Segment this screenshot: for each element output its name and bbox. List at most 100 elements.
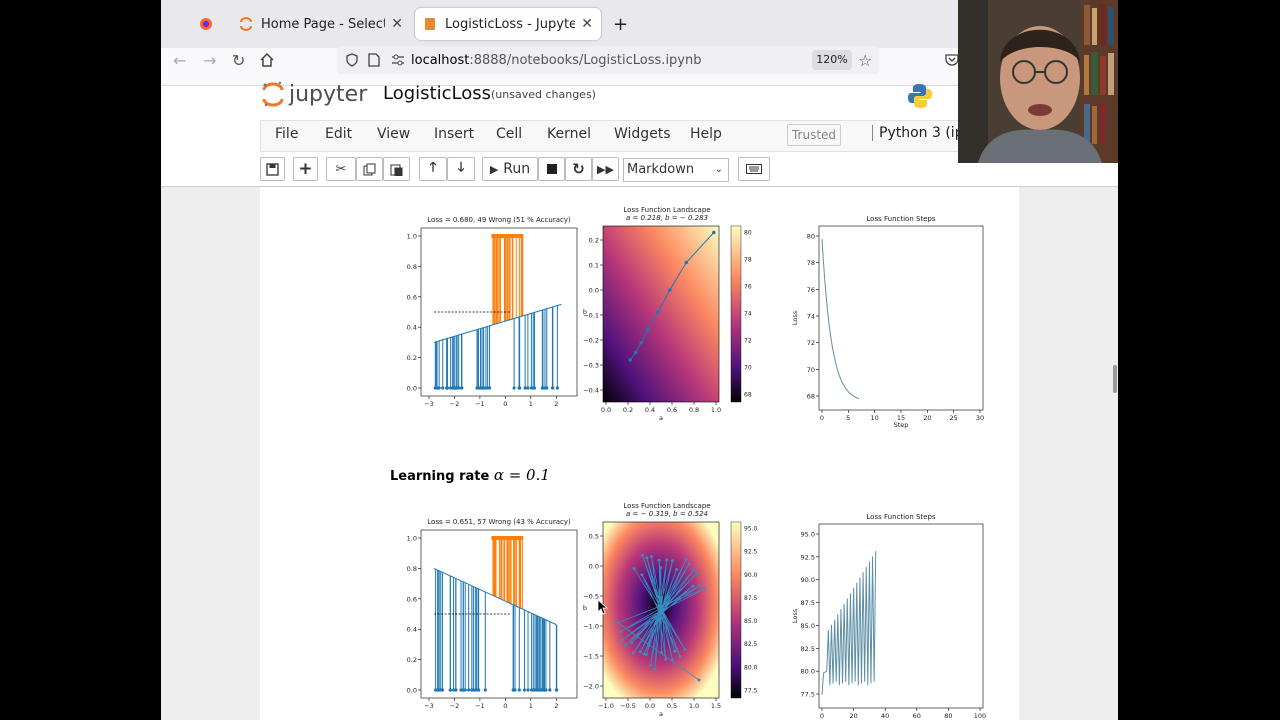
trusted-badge[interactable]: Trusted (787, 124, 841, 146)
back-icon[interactable]: ← (173, 50, 186, 72)
scissors-icon: ✂ (335, 161, 347, 177)
jupyter-logo[interactable]: jupyter (261, 79, 367, 109)
bookmark-star-icon[interactable]: ☆ (858, 50, 872, 72)
y-tick-label: 76 (807, 286, 815, 294)
y-tick-label: 77.5 (801, 691, 815, 699)
y-tick-label: −2.0 (583, 683, 599, 691)
y-tick-label: 1.0 (407, 233, 417, 241)
cut-button[interactable]: ✂ (326, 157, 356, 181)
keyboard-icon (746, 164, 762, 174)
y-tick-label: 74 (807, 313, 815, 321)
colorbar-tick-label: 87.5 (744, 595, 758, 602)
y-tick-label: 68 (807, 393, 815, 401)
menu-cell[interactable]: Cell (496, 126, 522, 142)
x-tick-label: 1.0 (711, 406, 721, 414)
y-tick-label: 80.0 (801, 668, 815, 676)
scrollbar-thumb[interactable] (1113, 365, 1117, 393)
y-tick-label: 0.8 (407, 263, 417, 271)
menu-help[interactable]: Help (690, 126, 722, 142)
menu-kernel[interactable]: Kernel (547, 126, 591, 142)
x-tick-label: 0 (503, 400, 507, 408)
menu-widgets[interactable]: Widgets (614, 126, 671, 142)
zoom-level[interactable]: 120% (812, 50, 852, 70)
plot-subtitle: a = − 0.319, b = 0.524 (626, 510, 708, 518)
new-tab-button[interactable]: + (605, 8, 633, 40)
page-icon (368, 53, 382, 67)
x-tick-label: 1 (529, 702, 533, 710)
reload-icon[interactable]: ↻ (232, 50, 245, 72)
save-button[interactable] (260, 157, 285, 181)
y-axis-label: Loss (791, 608, 799, 623)
colorbar-tick-label: 70 (744, 365, 752, 372)
move-down-button[interactable]: 🡓 (447, 157, 475, 181)
restart-run-all-button[interactable]: ▶▶ (592, 157, 619, 181)
negative-point (440, 688, 445, 692)
x-tick-label: −1 (475, 702, 485, 710)
descent-point (691, 568, 695, 572)
negative-point (435, 386, 439, 390)
forward-icon[interactable]: → (203, 50, 216, 72)
tab-logisticloss[interactable]: LogisticLoss - Jupyter No ✕ (415, 8, 601, 40)
negative-point (511, 688, 516, 692)
negative-point (526, 688, 530, 692)
close-icon[interactable]: ✕ (391, 16, 403, 32)
negative-point (517, 386, 521, 390)
permissions-icon[interactable] (391, 53, 405, 67)
descent-point (620, 638, 624, 642)
tab-firefox[interactable] (191, 8, 227, 40)
negative-point (543, 386, 547, 390)
jupyter-icon (262, 81, 284, 107)
x-tick-label: 100 (974, 712, 986, 720)
paste-button[interactable] (383, 157, 410, 181)
run-button[interactable]: ▶ Run (482, 157, 538, 181)
copy-button[interactable] (356, 157, 383, 181)
colorbar-tick-label: 85.0 (744, 618, 758, 625)
command-palette-button[interactable] (738, 157, 770, 181)
restart-button[interactable]: ↻ (565, 157, 592, 181)
negative-point (551, 386, 555, 390)
run-label: Run (503, 161, 531, 177)
y-tick-label: 85.0 (801, 622, 815, 630)
url-bar[interactable]: localhost:8888/notebooks/LogisticLoss.ip… (337, 46, 879, 74)
insert-cell-button[interactable]: + (293, 157, 318, 181)
x-tick-label: 2 (554, 702, 558, 710)
negative-point (522, 688, 527, 692)
descent-point (623, 643, 627, 647)
descent-point (687, 562, 691, 566)
notebook-title[interactable]: LogisticLoss (383, 83, 491, 104)
descent-point (632, 567, 636, 571)
x-axis-label: a (659, 414, 663, 422)
negative-point (474, 688, 479, 692)
colorbar-tick-label: 90.0 (744, 572, 758, 579)
menu-insert[interactable]: Insert (434, 126, 474, 142)
python-logo-icon (906, 82, 934, 114)
data-plot-1: Loss = 0.680, 49 Wrong (51 % Accuracy) −3… (407, 216, 578, 408)
x-tick-label: 2 (554, 400, 558, 408)
descent-point (657, 558, 661, 562)
y-tick-label: 80 (807, 233, 815, 241)
menu-edit[interactable]: Edit (325, 126, 352, 142)
y-tick-label: 0.4 (407, 324, 417, 332)
menu-file[interactable]: File (275, 126, 298, 142)
cell-type-select[interactable]: Markdown ⌄ (623, 158, 729, 182)
interrupt-button[interactable] (538, 157, 565, 181)
y-axis-label: b (583, 308, 587, 316)
x-tick-label: 60 (913, 712, 921, 720)
descent-point (640, 573, 644, 577)
tab-home[interactable]: Home Page - Select or cre ✕ (231, 8, 411, 40)
x-tick-label: 1.0 (689, 702, 699, 710)
y-tick-label: 87.5 (801, 599, 815, 607)
negative-point (548, 688, 552, 692)
y-axis-label: Loss (791, 310, 799, 325)
colorbar-tick-label: 77.5 (744, 688, 758, 695)
landscape-plot-2: Loss Function Landscapea = − 0.319, b = … (583, 502, 758, 718)
negative-point (459, 386, 464, 390)
pocket-icon[interactable] (945, 51, 959, 73)
move-up-button[interactable]: 🡑 (419, 157, 447, 181)
home-icon[interactable] (260, 51, 274, 73)
y-tick-label: 78 (807, 259, 815, 267)
menu-view[interactable]: View (377, 126, 410, 142)
x-tick-label: 1.5 (711, 702, 721, 710)
descent-point (655, 310, 660, 315)
close-icon[interactable]: ✕ (581, 16, 593, 32)
